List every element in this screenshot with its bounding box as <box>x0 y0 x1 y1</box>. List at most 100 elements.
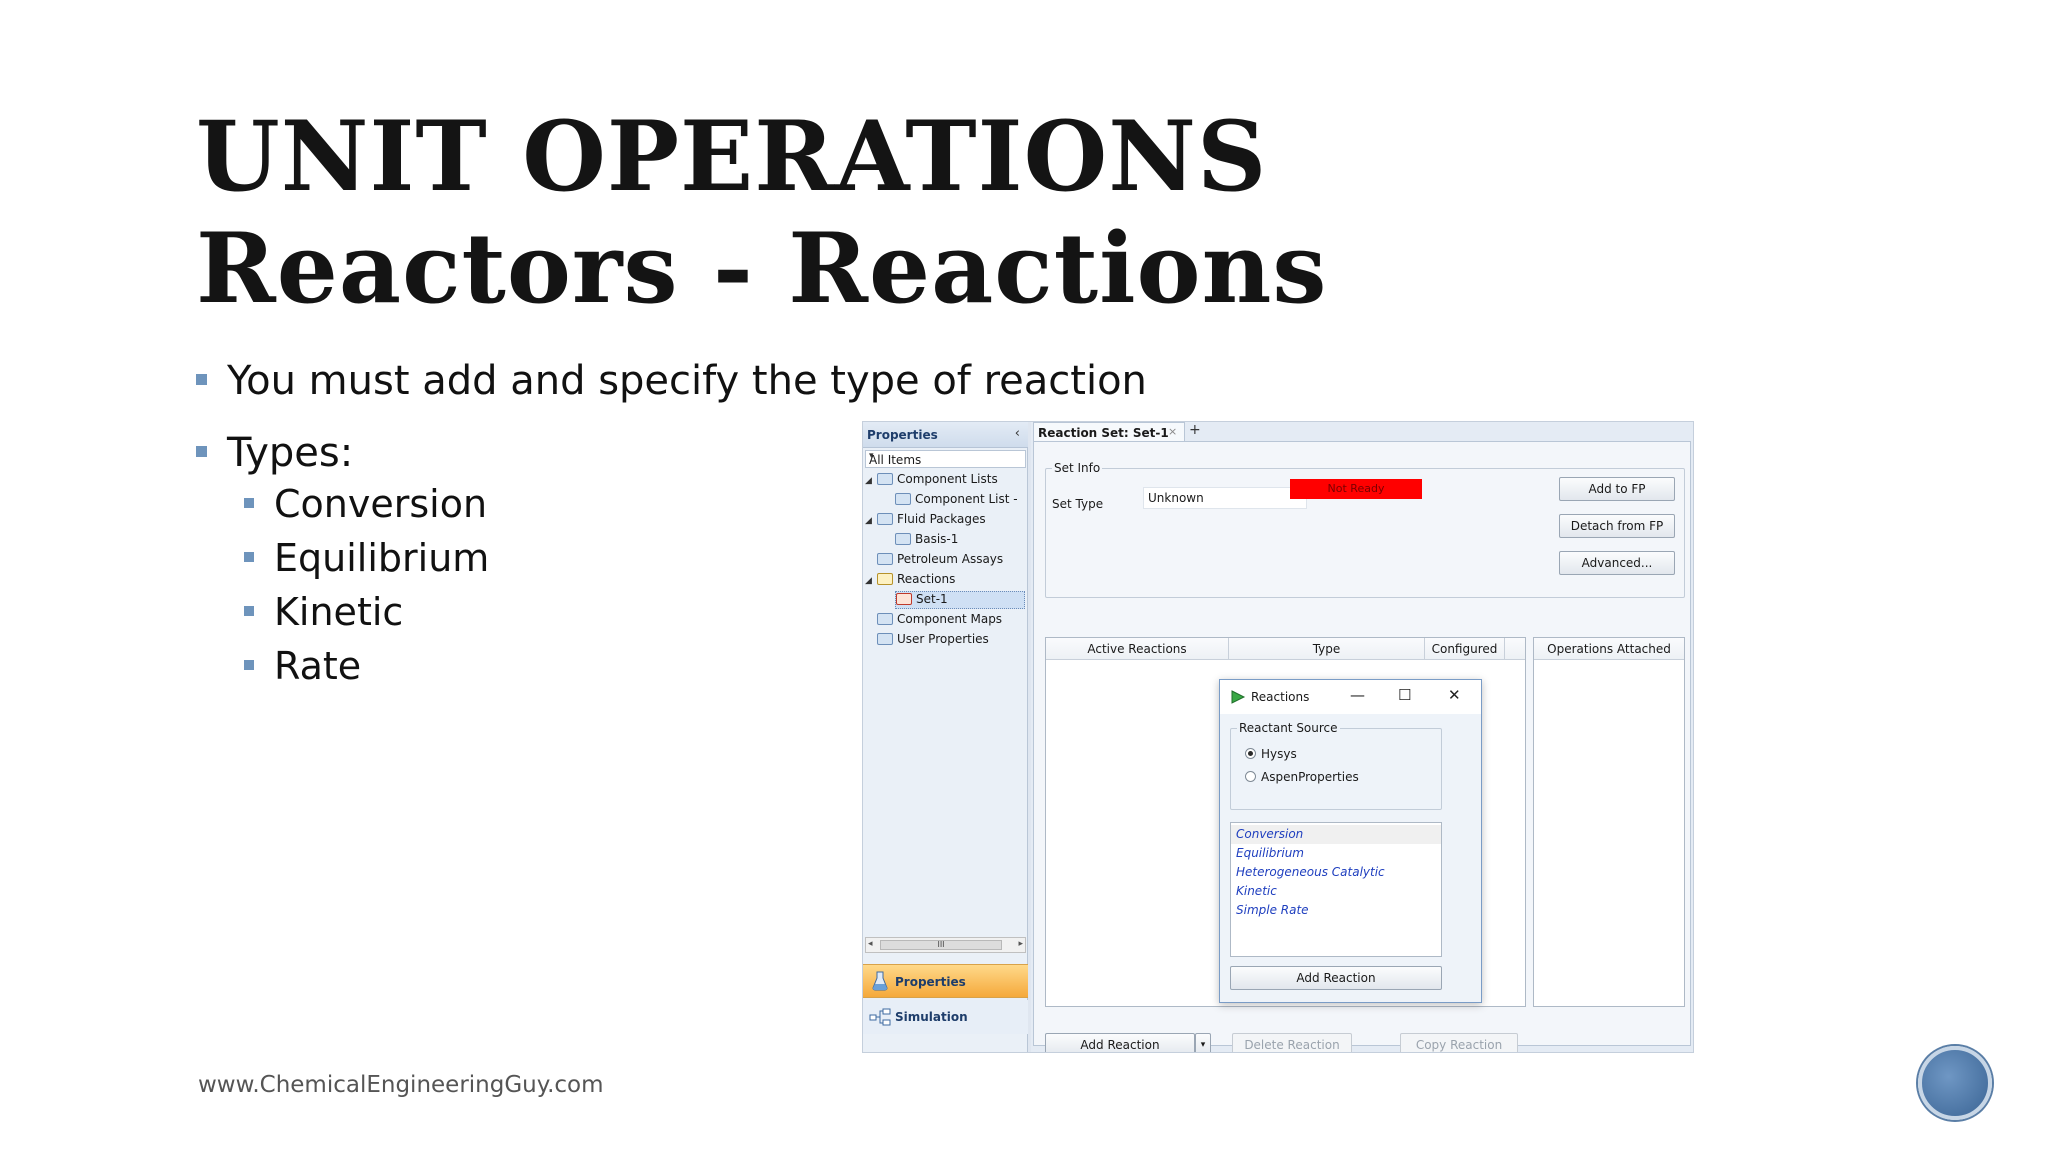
reactions-dialog: Reactions — ☐ ✕ Reactant Source Hysys As… <box>1219 679 1482 1003</box>
dropdown-arrow-icon: ▾ <box>869 451 874 461</box>
folder-icon <box>877 472 893 485</box>
tree-label: Component List - <box>915 492 1018 506</box>
folder-icon <box>877 612 893 625</box>
minimize-icon[interactable]: — <box>1350 686 1365 704</box>
reaction-type-list: Conversion Equilibrium Heterogeneous Cat… <box>1230 822 1442 957</box>
slide-title: UNIT OPERATIONS <box>196 100 1268 213</box>
tree-item-reactions[interactable]: ◢ Reactions <box>865 572 955 590</box>
nav-properties[interactable]: Properties <box>863 964 1028 998</box>
footer-website: www.ChemicalEngineeringGuy.com <box>198 1072 604 1098</box>
reaction-set-error-icon <box>896 592 912 605</box>
tab-reaction-set[interactable]: Reaction Set: Set-1 × <box>1033 422 1185 441</box>
tree-label: Petroleum Assays <box>897 552 1004 566</box>
sub-bullet-item: Rate <box>244 644 361 688</box>
reactant-source-group: Reactant Source Hysys AspenProperties <box>1230 721 1442 810</box>
bullet-text: Rate <box>274 644 362 688</box>
radio-label: AspenProperties <box>1261 770 1359 784</box>
bullet-text: You must add and specify the type of rea… <box>227 358 1147 404</box>
tree-item-basis-1[interactable]: Basis-1 <box>895 532 958 550</box>
column-header-active-reactions[interactable]: Active Reactions <box>1046 638 1229 660</box>
bullet-marker <box>196 373 207 385</box>
radio-unselected-icon[interactable] <box>1245 771 1256 782</box>
dialog-add-reaction-button[interactable]: Add Reaction <box>1230 966 1442 990</box>
expand-icon[interactable]: ◢ <box>865 576 877 586</box>
list-item-heterogeneous-catalytic[interactable]: Heterogeneous Catalytic <box>1231 863 1441 882</box>
bullet-text: Kinetic <box>274 590 404 634</box>
chevron-left-icon[interactable]: ‹ <box>1015 426 1020 441</box>
flowsheet-icon <box>869 1008 891 1026</box>
bullet-text: Conversion <box>274 482 488 526</box>
nav-properties-label: Properties <box>895 975 966 989</box>
column-header-type[interactable]: Type <box>1229 638 1425 660</box>
logo-icon <box>1918 1046 1992 1120</box>
slide-subtitle: Reactors - Reactions <box>196 212 1328 325</box>
list-item-simple-rate[interactable]: Simple Rate <box>1231 901 1441 920</box>
advanced-button[interactable]: Advanced... <box>1559 551 1675 575</box>
add-reaction-button[interactable]: Add Reaction <box>1045 1033 1195 1052</box>
list-item-conversion[interactable]: Conversion <box>1231 825 1441 844</box>
column-header-configured[interactable]: Configured <box>1425 638 1505 660</box>
chevron-down-icon[interactable]: ▾ <box>1195 1033 1211 1052</box>
set-type-field[interactable]: Unknown <box>1143 487 1307 509</box>
tree-item-component-maps[interactable]: Component Maps <box>877 612 1002 630</box>
close-icon[interactable]: ✕ <box>1448 686 1461 704</box>
tree-label: Reactions <box>897 572 956 586</box>
add-reaction-split-button: Add Reaction ▾ <box>1045 1033 1211 1052</box>
radio-hysys[interactable]: Hysys <box>1245 747 1297 761</box>
properties-sidebar: Properties ‹ All Items ▾ ◢ Component List… <box>863 422 1028 1052</box>
sub-bullet-item: Equilibrium <box>244 536 489 580</box>
tree-item-petroleum-assays[interactable]: Petroleum Assays <box>877 552 1003 570</box>
scroll-thumb[interactable]: III <box>880 940 1002 950</box>
maximize-icon[interactable]: ☐ <box>1398 686 1411 704</box>
status-badge: Not Ready <box>1290 479 1422 499</box>
list-item-kinetic[interactable]: Kinetic <box>1231 882 1441 901</box>
expand-icon[interactable]: ◢ <box>865 476 877 486</box>
add-to-fp-button[interactable]: Add to FP <box>1559 477 1675 501</box>
set-info-group: Set Info Set Type Unknown Not Ready Add … <box>1045 461 1685 598</box>
detach-from-fp-button[interactable]: Detach from FP <box>1559 514 1675 538</box>
tree-label: Fluid Packages <box>897 512 986 526</box>
expand-icon[interactable]: ◢ <box>865 516 877 526</box>
bullet-item: You must add and specify the type of rea… <box>196 358 1147 404</box>
bullet-marker <box>244 551 254 562</box>
list-icon <box>895 492 911 505</box>
nav-simulation[interactable]: Simulation <box>863 1000 1028 1034</box>
horizontal-scrollbar[interactable]: ◂ III ▸ <box>865 937 1026 953</box>
add-tab-icon[interactable]: + <box>1189 422 1201 438</box>
operations-attached-table: Operations Attached <box>1533 637 1685 1007</box>
tree-label: Component Lists <box>897 472 998 486</box>
tree-item-component-lists[interactable]: ◢ Component Lists <box>865 472 998 490</box>
tree-item-user-properties[interactable]: User Properties <box>877 632 989 650</box>
bullet-text: Equilibrium <box>274 536 490 580</box>
tree-item-set-1[interactable]: Set-1 <box>895 591 1025 609</box>
table-header: Active Reactions Type Configured <box>1046 638 1525 660</box>
dialog-titlebar[interactable]: Reactions — ☐ ✕ <box>1220 680 1481 714</box>
sidebar-title: Properties <box>867 428 938 442</box>
column-header-operations-attached[interactable]: Operations Attached <box>1534 638 1684 660</box>
tree-label: User Properties <box>897 632 989 646</box>
scroll-right-icon[interactable]: ▸ <box>1018 939 1023 949</box>
radio-selected-icon[interactable] <box>1245 748 1256 759</box>
list-item-equilibrium[interactable]: Equilibrium <box>1231 844 1441 863</box>
tree-item-component-list[interactable]: Component List - <box>895 492 1018 510</box>
scroll-left-icon[interactable]: ◂ <box>868 939 873 949</box>
sub-bullet-item: Kinetic <box>244 590 403 634</box>
sub-bullet-item: Conversion <box>244 482 487 526</box>
tab-close-icon[interactable]: × <box>1168 425 1177 438</box>
radio-label: Hysys <box>1261 747 1297 761</box>
folder-icon <box>877 552 893 565</box>
tree-label: Component Maps <box>897 612 1003 626</box>
tree-item-fluid-packages[interactable]: ◢ Fluid Packages <box>865 512 986 530</box>
copy-reaction-button[interactable]: Copy Reaction <box>1400 1033 1518 1052</box>
tree-label: Set-1 <box>916 592 948 606</box>
radio-aspenproperties[interactable]: AspenProperties <box>1245 770 1359 784</box>
reactant-source-legend: Reactant Source <box>1237 721 1340 735</box>
bullet-marker <box>244 605 254 616</box>
tab-label: Reaction Set: Set-1 <box>1038 426 1169 440</box>
folder-icon <box>877 632 893 645</box>
tree-label: Basis-1 <box>915 532 959 546</box>
dialog-body: Reactant Source Hysys AspenProperties Co… <box>1220 714 1481 1002</box>
delete-reaction-button[interactable]: Delete Reaction <box>1232 1033 1352 1052</box>
package-icon <box>895 532 911 545</box>
filter-dropdown[interactable]: All Items ▾ <box>865 450 1026 468</box>
